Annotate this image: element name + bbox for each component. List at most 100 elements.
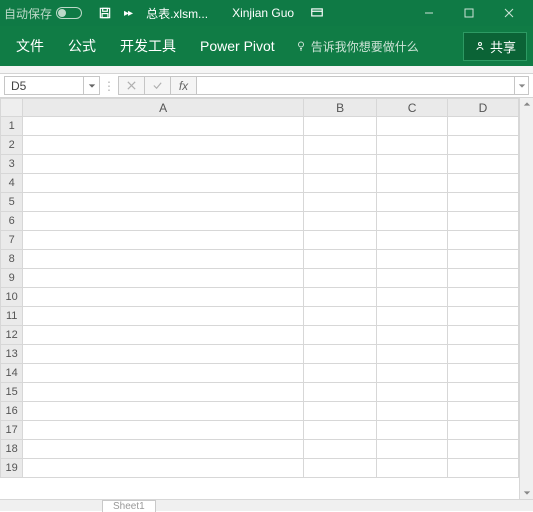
sheet-tab-active[interactable]: Sheet1: [102, 500, 156, 512]
cell[interactable]: [377, 440, 448, 459]
cell[interactable]: [377, 250, 448, 269]
cell[interactable]: [377, 364, 448, 383]
cell[interactable]: [23, 250, 304, 269]
cell[interactable]: [23, 421, 304, 440]
share-button[interactable]: 共享: [463, 32, 527, 61]
row-header[interactable]: 19: [1, 459, 23, 478]
cell[interactable]: [23, 212, 304, 231]
cell[interactable]: [23, 440, 304, 459]
cell[interactable]: [23, 326, 304, 345]
cell[interactable]: [448, 364, 519, 383]
cell[interactable]: [377, 136, 448, 155]
cell[interactable]: [448, 383, 519, 402]
cancel-formula-button[interactable]: [118, 76, 144, 95]
column-header-a[interactable]: A: [23, 99, 304, 117]
row-header[interactable]: 4: [1, 174, 23, 193]
cell[interactable]: [448, 307, 519, 326]
cell[interactable]: [377, 345, 448, 364]
name-box[interactable]: D5: [4, 76, 84, 95]
enter-formula-button[interactable]: [144, 76, 170, 95]
cell[interactable]: [448, 212, 519, 231]
cell[interactable]: [377, 383, 448, 402]
cell[interactable]: [377, 307, 448, 326]
cell[interactable]: [23, 288, 304, 307]
formula-expand-button[interactable]: [515, 76, 529, 95]
cell[interactable]: [377, 269, 448, 288]
cell[interactable]: [377, 402, 448, 421]
cell[interactable]: [304, 250, 377, 269]
cell[interactable]: [448, 459, 519, 478]
row-header[interactable]: 2: [1, 136, 23, 155]
cell[interactable]: [304, 231, 377, 250]
cell[interactable]: [448, 421, 519, 440]
cell[interactable]: [23, 174, 304, 193]
cell[interactable]: [23, 155, 304, 174]
tab-file[interactable]: 文件: [6, 30, 54, 62]
cell[interactable]: [304, 345, 377, 364]
row-header[interactable]: 14: [1, 364, 23, 383]
cell[interactable]: [23, 231, 304, 250]
row-header[interactable]: 16: [1, 402, 23, 421]
cell[interactable]: [304, 421, 377, 440]
row-header[interactable]: 10: [1, 288, 23, 307]
cell[interactable]: [304, 364, 377, 383]
cell[interactable]: [448, 326, 519, 345]
cell[interactable]: [448, 136, 519, 155]
cell[interactable]: [377, 421, 448, 440]
save-icon[interactable]: [92, 0, 118, 26]
row-header[interactable]: 8: [1, 250, 23, 269]
row-header[interactable]: 3: [1, 155, 23, 174]
cell[interactable]: [377, 193, 448, 212]
grid[interactable]: A B C D 1 2 3 4 5 6 7 8 9 10 11 12 13 14…: [0, 98, 519, 499]
ribbon-display-icon[interactable]: [304, 0, 330, 26]
cell[interactable]: [304, 174, 377, 193]
formula-input[interactable]: [196, 76, 515, 95]
minimize-button[interactable]: [409, 0, 449, 26]
cell[interactable]: [448, 402, 519, 421]
cell[interactable]: [377, 212, 448, 231]
quick-access-more-icon[interactable]: ▸▸: [118, 0, 138, 26]
maximize-button[interactable]: [449, 0, 489, 26]
row-header[interactable]: 15: [1, 383, 23, 402]
cell[interactable]: [23, 269, 304, 288]
select-all-corner[interactable]: [1, 99, 23, 117]
cell[interactable]: [448, 288, 519, 307]
row-header[interactable]: 7: [1, 231, 23, 250]
cell[interactable]: [23, 136, 304, 155]
cell[interactable]: [377, 174, 448, 193]
cell[interactable]: [304, 440, 377, 459]
column-header-d[interactable]: D: [448, 99, 519, 117]
cell[interactable]: [304, 193, 377, 212]
cell[interactable]: [448, 269, 519, 288]
column-header-c[interactable]: C: [377, 99, 448, 117]
cell[interactable]: [23, 383, 304, 402]
autosave-toggle[interactable]: 自动保存: [4, 5, 82, 22]
cell[interactable]: [304, 155, 377, 174]
cell[interactable]: [304, 212, 377, 231]
cell[interactable]: [377, 231, 448, 250]
row-header[interactable]: 5: [1, 193, 23, 212]
vertical-scrollbar[interactable]: [519, 98, 533, 499]
user-name[interactable]: Xinjian Guo: [232, 6, 294, 20]
cell[interactable]: [377, 155, 448, 174]
tell-me-search[interactable]: 告诉我你想要做什么: [295, 38, 419, 55]
cell[interactable]: [448, 117, 519, 136]
column-header-b[interactable]: B: [304, 99, 377, 117]
insert-function-button[interactable]: fx: [170, 76, 196, 95]
cell[interactable]: [448, 345, 519, 364]
row-header[interactable]: 12: [1, 326, 23, 345]
cell[interactable]: [377, 459, 448, 478]
row-header[interactable]: 9: [1, 269, 23, 288]
cell[interactable]: [448, 174, 519, 193]
row-header[interactable]: 11: [1, 307, 23, 326]
tab-formulas[interactable]: 公式: [58, 30, 106, 62]
tab-developer[interactable]: 开发工具: [110, 30, 186, 62]
cell[interactable]: [448, 231, 519, 250]
cell[interactable]: [304, 288, 377, 307]
cell[interactable]: [448, 440, 519, 459]
tab-power-pivot[interactable]: Power Pivot: [190, 32, 285, 60]
cell[interactable]: [304, 383, 377, 402]
cell[interactable]: [23, 307, 304, 326]
cell[interactable]: [304, 269, 377, 288]
cell[interactable]: [23, 193, 304, 212]
